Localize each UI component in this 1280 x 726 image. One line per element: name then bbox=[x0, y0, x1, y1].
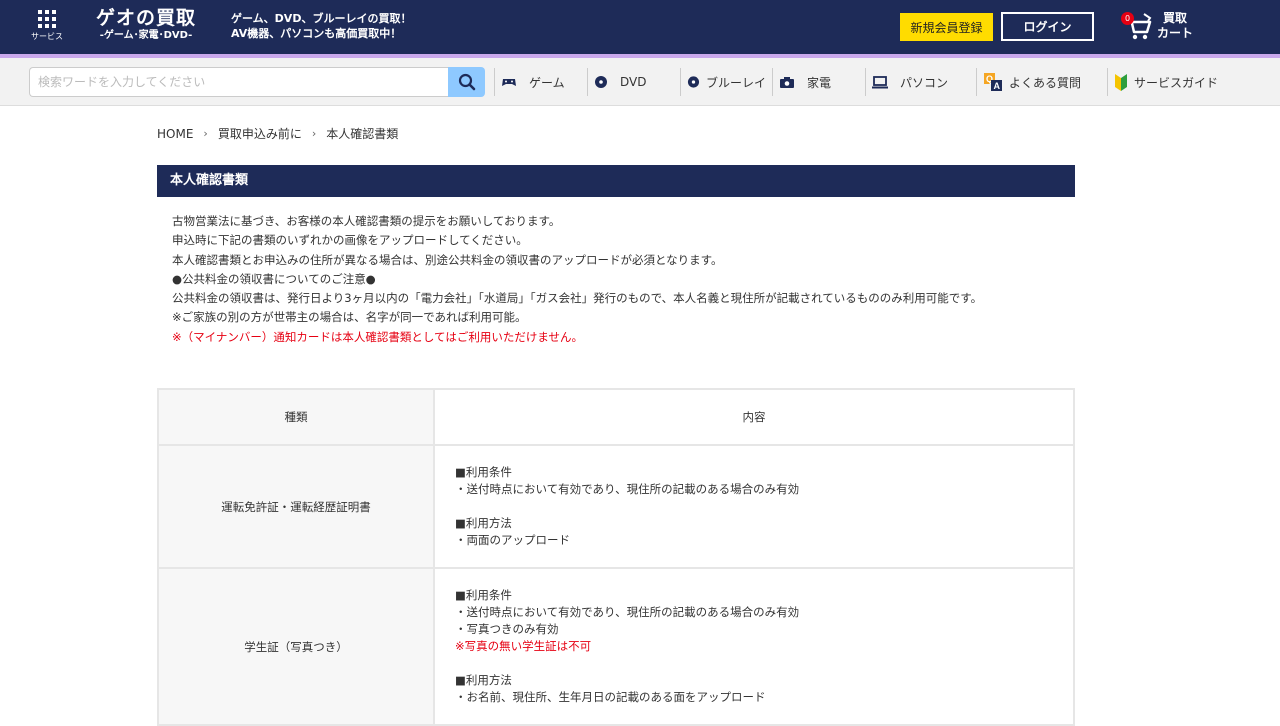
breadcrumb-home[interactable]: HOME bbox=[157, 127, 193, 141]
nav-item-service-guide[interactable]: サービスガイド bbox=[1107, 68, 1232, 96]
document-detail: ■利用条件 ・送付時点において有効であり、現住所の記載のある場合のみ有効 ・写真… bbox=[433, 567, 1075, 726]
svg-text:A: A bbox=[994, 81, 1001, 91]
nav-items: ゲーム DVD ブルーレイ 家電 パソコン Q A よくある質問 サービスガイド bbox=[494, 68, 1232, 96]
chevron-right-icon: › bbox=[203, 127, 208, 140]
site-logo[interactable]: ゲオの買取 -ゲーム･家電･DVD- bbox=[96, 7, 196, 42]
nav-item-bluray[interactable]: ブルーレイ bbox=[680, 68, 772, 96]
table-row: 運転免許証・運転経歴証明書 ■利用条件 ・送付時点において有効であり、現住所の記… bbox=[157, 444, 1075, 569]
qa-icon: Q A bbox=[984, 73, 1002, 91]
beginner-mark-icon bbox=[1115, 74, 1127, 91]
table-row: 学生証（写真つき） ■利用条件 ・送付時点において有効であり、現住所の記載のある… bbox=[157, 567, 1075, 726]
intro-line: ※ご家族の別の方が世帯主の場合は、名字が同一であれば利用可能。 bbox=[172, 310, 527, 325]
document-detail: ■利用条件 ・送付時点において有効であり、現住所の記載のある場合のみ有効 ■利用… bbox=[433, 444, 1075, 569]
nav-item-pc[interactable]: パソコン bbox=[865, 68, 958, 96]
chevron-right-icon: › bbox=[311, 127, 317, 140]
document-type: 運転免許証・運転経歴証明書 bbox=[157, 444, 435, 569]
condition-heading: ■利用条件 bbox=[455, 588, 512, 602]
id-documents-table: 種類 内容 運転免許証・運転経歴証明書 ■利用条件 ・送付時点において有効であり… bbox=[157, 388, 1075, 726]
gamepad-icon bbox=[502, 79, 516, 86]
table-header-row: 種類 内容 bbox=[157, 388, 1075, 446]
cart-count-badge: 0 bbox=[1121, 12, 1134, 25]
condition-heading: ■利用条件 bbox=[455, 465, 512, 479]
nav-item-dvd[interactable]: DVD bbox=[587, 68, 680, 96]
intro-warning: ※（マイナンバー）通知カードは本人確認書類としてはご利用いただけません。 bbox=[172, 329, 583, 344]
breadcrumb-parent[interactable]: 買取申込み前に bbox=[218, 125, 302, 142]
search-button[interactable] bbox=[448, 67, 485, 97]
bluray-icon bbox=[687, 76, 700, 88]
condition-item: ・送付時点において有効であり、現住所の記載のある場合のみ有効 bbox=[455, 482, 800, 496]
document-type: 学生証（写真つき） bbox=[157, 567, 435, 726]
cart-label: 買取 カート bbox=[1157, 11, 1193, 41]
nav-item-label: DVD bbox=[620, 75, 647, 89]
nav-item-label: ゲーム bbox=[529, 75, 565, 90]
register-button[interactable]: 新規会員登録 bbox=[900, 13, 993, 41]
nav-item-label: よくある質問 bbox=[1009, 75, 1082, 90]
search-icon bbox=[458, 73, 475, 91]
dvd-icon bbox=[595, 76, 607, 88]
logo-sub-text: -ゲーム･家電･DVD- bbox=[99, 30, 193, 41]
nav-item-label: ブルーレイ bbox=[705, 75, 766, 90]
intro-line: 本人確認書類とお申込みの住所が異なる場合は、別途公共料金の領収書のアップロードが… bbox=[172, 252, 723, 267]
method-item: ・お名前、現住所、生年月日の記載のある面をアップロード bbox=[455, 690, 766, 704]
intro-text: 古物営業法に基づき、お客様の本人確認書類の提示をお願いしております。 申込時に下… bbox=[172, 212, 1062, 347]
search-input[interactable] bbox=[29, 67, 448, 97]
page-title: 本人確認書類 bbox=[157, 165, 1075, 197]
method-item: ・両面のアップロード bbox=[455, 533, 570, 547]
method-heading: ■利用方法 bbox=[455, 673, 512, 687]
login-button[interactable]: ログイン bbox=[1001, 12, 1094, 41]
intro-line: 古物営業法に基づき、お客様の本人確認書類の提示をお願いしております。 bbox=[172, 214, 561, 228]
breadcrumb: HOME › 買取申込み前に › 本人確認書類 bbox=[157, 125, 398, 142]
cart-label-line-1: 買取 bbox=[1163, 11, 1188, 25]
intro-line: ●公共料金の領収書についてのご注意● bbox=[172, 271, 376, 286]
nav-item-game[interactable]: ゲーム bbox=[494, 68, 587, 96]
site-header: サービス ゲオの買取 -ゲーム･家電･DVD- ゲーム、DVD、ブルーレイの買取… bbox=[0, 0, 1280, 54]
category-nav: ゲーム DVD ブルーレイ 家電 bbox=[0, 58, 1280, 106]
nav-item-appliances[interactable]: 家電 bbox=[772, 68, 865, 96]
services-label: サービス bbox=[31, 32, 63, 41]
logo-main-text: ゲオの買取 bbox=[96, 7, 197, 29]
services-menu-button[interactable]: サービス bbox=[30, 10, 64, 42]
camera-icon bbox=[780, 76, 794, 88]
header-tagline: ゲーム、DVD、ブルーレイの買取！ AV機器、パソコンも高価買取中！ bbox=[231, 11, 411, 41]
nav-item-faq[interactable]: Q A よくある質問 bbox=[976, 68, 1107, 96]
grid-menu-icon bbox=[38, 10, 56, 28]
method-heading: ■利用方法 bbox=[455, 516, 512, 530]
tagline-line-2: AV機器、パソコンも高価買取中！ bbox=[231, 27, 402, 40]
purchase-cart-button[interactable]: 0 買取 カート bbox=[1121, 10, 1211, 46]
intro-line: 公共料金の領収書は、発行日より3ヶ月以内の「電力会社」「水道局」「ガス会社」発行… bbox=[172, 291, 983, 306]
condition-item: ・写真つきのみ有効 bbox=[455, 622, 559, 636]
nav-item-label: パソコン bbox=[900, 75, 949, 90]
table-header-content: 内容 bbox=[433, 388, 1075, 446]
table-header-type: 種類 bbox=[157, 388, 435, 446]
nav-item-label: サービスガイド bbox=[1134, 75, 1219, 90]
nav-item-label: 家電 bbox=[807, 75, 832, 90]
condition-item: ・送付時点において有効であり、現住所の記載のある場合のみ有効 bbox=[455, 605, 800, 619]
pc-icon bbox=[872, 75, 888, 88]
breadcrumb-current: 本人確認書類 bbox=[326, 127, 399, 141]
cart-label-line-2: カート bbox=[1157, 26, 1194, 40]
tagline-line-1: ゲーム、DVD、ブルーレイの買取！ bbox=[231, 12, 412, 25]
condition-warning: ※写真の無い学生証は不可 bbox=[455, 639, 592, 653]
intro-line: 申込時に下記の書類のいずれかの画像をアップロードしてください。 bbox=[172, 233, 528, 248]
search-bar bbox=[29, 67, 485, 97]
